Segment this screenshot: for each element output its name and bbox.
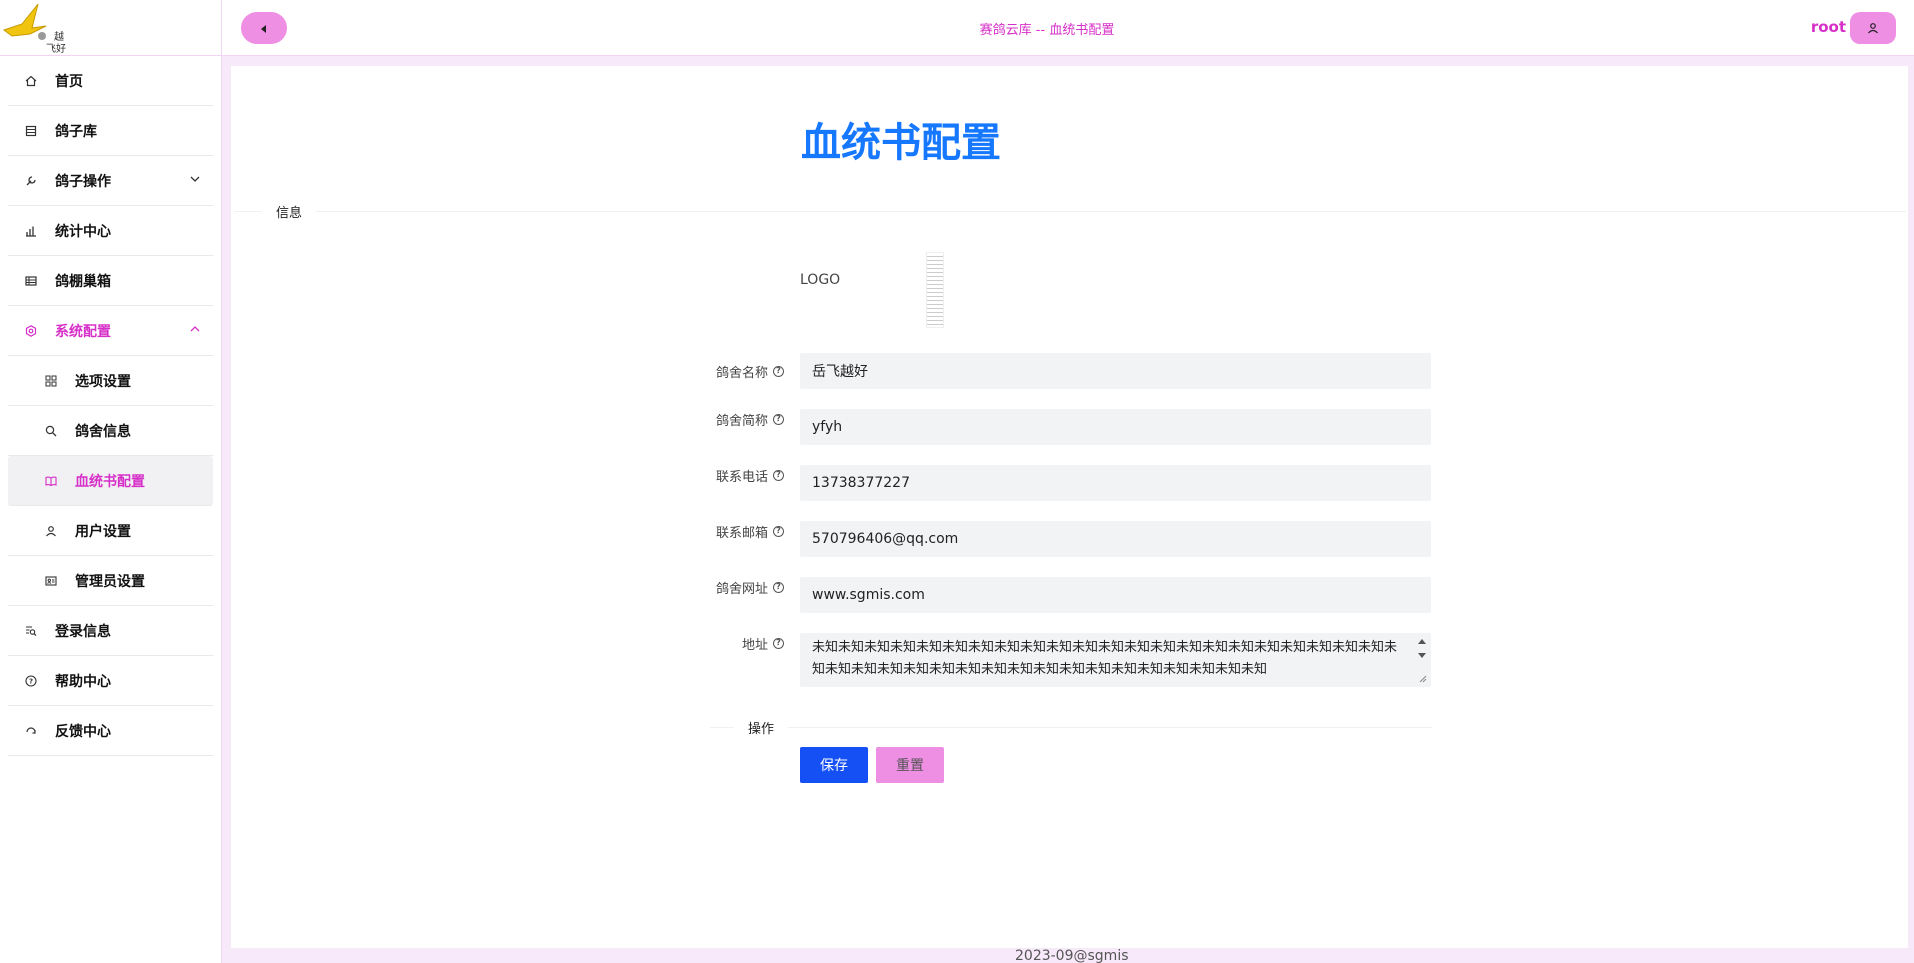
svg-text:?: ? [29,677,33,685]
help-icon[interactable]: ? [773,581,784,593]
sidebar-item-feedback[interactable]: 反馈中心 [8,706,213,756]
sidebar-item-label: 鸽子库 [55,123,97,140]
grid-icon [42,372,60,390]
sidebar-item-login-info[interactable]: 登录信息 [8,606,213,656]
app-logo[interactable]: 越 飞好 [0,0,221,56]
help-icon[interactable]: ? [773,637,784,649]
chevron-down-icon [189,173,201,189]
sidebar: 越 飞好 首页 鸽子库 鸽子操作 统计中心 鸽棚巢箱 系统配置 选项设置 鸽舍信… [0,0,222,963]
section-divider [710,727,1432,728]
main-content: 血统书配置 信息 LOGO 鸽舍名称? 岳飞越好 鸽舍简称? yfyh 联系电话… [231,66,1908,948]
logo-label: LOGO [800,272,841,288]
wrench-icon [22,172,40,190]
sidebar-item-label: 反馈中心 [55,723,111,740]
sidebar-item-help[interactable]: ? 帮助中心 [8,656,213,706]
section-divider [234,211,1906,212]
section-title-actions: 操作 [734,718,789,737]
sidebar-item-label: 鸽子操作 [55,173,111,190]
section-title-info: 信息 [262,202,317,221]
form-label-name: 鸽舍名称? [664,353,784,389]
loft-short-name-input[interactable]: yfyh [800,409,1431,445]
page-title: 血统书配置 [801,120,1001,166]
sidebar-item-label: 血统书配置 [75,473,145,490]
sidebar-item-operations[interactable]: 鸽子操作 [8,156,213,206]
sidebar-item-lofts[interactable]: 鸽棚巢箱 [8,256,213,306]
user-icon [42,522,60,540]
sidebar-item-loft-info[interactable]: 鸽舍信息 [8,406,213,456]
svg-text:飞好: 飞好 [46,43,66,55]
search-icon [42,422,60,440]
form-label-short: 鸽舍简称? [664,401,784,437]
address-text: 未知未知未知未知未知未知未知未知未知未知未知未知未知未知未知未知未知未知未知未知… [812,640,1398,677]
sidebar-item-user-settings[interactable]: 用户设置 [8,506,213,556]
label-text: 鸽舍名称 [715,365,768,381]
email-input[interactable]: 570796406@qq.com [800,521,1431,557]
gear-icon [22,322,40,340]
chevron-up-icon [189,323,201,339]
form-label-email: 联系邮箱? [664,513,784,549]
sidebar-item-label: 鸽棚巢箱 [55,273,111,290]
label-text: 联系电话 [715,469,768,485]
website-input[interactable]: www.sgmis.com [800,577,1431,613]
footer-copyright: 2023-09@sgmis [1015,948,1129,963]
help-icon[interactable]: ? [773,469,784,481]
help-icon[interactable]: ? [773,525,784,537]
top-header: 赛鸽云库 -- 血统书配置 root [222,0,1914,56]
save-button[interactable]: 保存 [800,747,868,783]
label-text: 鸽舍简称 [715,413,768,429]
user-icon [1867,19,1879,38]
sidebar-item-home[interactable]: 首页 [8,56,213,106]
user-menu-button[interactable] [1850,12,1896,44]
table-icon [22,272,40,290]
log-search-icon [22,622,40,640]
sidebar-item-admin-settings[interactable]: 管理员设置 [8,556,213,606]
sidebar-item-label: 登录信息 [55,623,111,640]
help-icon: ? [22,672,40,690]
reset-button[interactable]: 重置 [876,747,944,783]
sidebar-item-pigeons[interactable]: 鸽子库 [8,106,213,156]
book-icon [42,472,60,490]
sidebar-item-label: 统计中心 [55,223,111,240]
sidebar-item-system-config[interactable]: 系统配置 [8,306,213,356]
label-text: 地址 [741,637,768,653]
sidebar-item-pedigree-config[interactable]: 血统书配置 [8,456,213,506]
form-label-address: 地址? [664,625,784,661]
address-textarea[interactable]: 未知未知未知未知未知未知未知未知未知未知未知未知未知未知未知未知未知未知未知未知… [800,633,1431,687]
sidebar-item-label: 系统配置 [55,323,111,340]
help-icon[interactable]: ? [773,365,784,377]
user-name[interactable]: root [1811,18,1846,36]
sidebar-item-label: 鸽舍信息 [75,423,131,440]
form-label-site: 鸽舍网址? [664,569,784,605]
help-icon[interactable]: ? [773,413,784,425]
label-text: 鸽舍网址 [715,581,768,597]
sidebar-item-stats[interactable]: 统计中心 [8,206,213,256]
home-icon [22,72,40,90]
phone-input[interactable]: 13738377227 [800,465,1431,501]
label-text: 联系邮箱 [715,525,768,541]
svg-text:越: 越 [54,30,64,43]
feedback-icon [22,722,40,740]
page-header-title: 赛鸽云库 -- 血统书配置 [979,23,1115,38]
sidebar-item-options[interactable]: 选项设置 [8,356,213,406]
textarea-scrollbar[interactable] [1416,636,1428,684]
sidebar-menu: 首页 鸽子库 鸽子操作 统计中心 鸽棚巢箱 系统配置 选项设置 鸽舍信息 血统书… [0,56,221,756]
sidebar-item-label: 帮助中心 [55,673,111,690]
bar-chart-icon [22,222,40,240]
sidebar-item-label: 选项设置 [75,373,131,390]
loft-name-input[interactable]: 岳飞越好 [800,353,1431,389]
sidebar-item-label: 用户设置 [75,523,131,540]
logo-image[interactable] [926,252,944,328]
list-icon [22,122,40,140]
id-card-icon [42,572,60,590]
form-label-phone: 联系电话? [664,457,784,493]
sidebar-item-label: 管理员设置 [75,573,145,590]
sidebar-item-label: 首页 [55,73,83,90]
